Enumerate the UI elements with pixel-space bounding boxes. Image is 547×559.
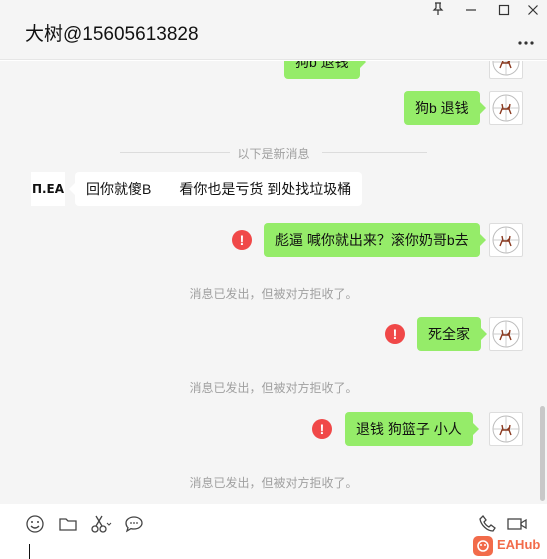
rejected-notice: 消息已发出，但被对方拒收了。 xyxy=(189,381,358,395)
chat-bubble-icon[interactable] xyxy=(124,514,146,536)
chat-header: 大树@15605613828 xyxy=(0,0,547,60)
deer-icon xyxy=(492,94,520,122)
pin-icon[interactable] xyxy=(427,2,449,22)
scissors-icon[interactable] xyxy=(90,514,112,536)
divider-line xyxy=(322,152,427,153)
watermark-text: EAHub xyxy=(497,537,541,552)
text-cursor xyxy=(29,544,30,559)
maximize-icon[interactable] xyxy=(493,2,515,22)
send-failed-icon[interactable]: ! xyxy=(385,324,405,344)
message-bubble-sent[interactable]: 退钱 狗篮子 小人 xyxy=(345,412,479,446)
scrollbar[interactable] xyxy=(540,406,545,501)
rejected-notice: 消息已发出，但被对方拒收了。 xyxy=(189,287,358,301)
deer-icon xyxy=(492,415,520,443)
video-icon[interactable] xyxy=(506,514,528,536)
new-messages-divider: 以下是新消息 xyxy=(237,147,310,161)
message-bubble-sent[interactable]: 狗b 退钱 xyxy=(404,91,486,125)
message-list[interactable]: 狗b 退钱 狗b 退钱 以下是新消息 П.ЕА 回你就傻B 看你也是亏货 到处找… xyxy=(0,61,547,504)
send-failed-icon[interactable]: ! xyxy=(312,419,332,439)
message-bubble-received[interactable]: 回你就傻B 看你也是亏货 到处找垃圾桶 xyxy=(68,172,363,206)
my-avatar[interactable] xyxy=(489,91,523,125)
contact-avatar[interactable]: П.ЕА xyxy=(31,172,65,206)
more-options-icon[interactable] xyxy=(518,30,534,51)
my-avatar[interactable] xyxy=(489,61,523,79)
deer-icon xyxy=(492,226,520,254)
close-icon[interactable] xyxy=(522,2,544,22)
folder-icon[interactable] xyxy=(58,514,80,536)
message-bubble-sent[interactable]: 狗b 退钱 xyxy=(284,61,366,79)
my-avatar[interactable] xyxy=(489,412,523,446)
phone-icon[interactable] xyxy=(478,514,500,536)
deer-icon xyxy=(492,320,520,348)
eahub-logo: EAHub xyxy=(473,535,543,557)
my-avatar[interactable] xyxy=(489,223,523,257)
my-avatar[interactable] xyxy=(489,317,523,351)
chat-title: 大树@15605613828 xyxy=(25,24,199,45)
send-failed-icon[interactable]: ! xyxy=(232,230,252,250)
eahub-logo-mark xyxy=(473,536,493,556)
message-bubble-sent[interactable]: 死全家 xyxy=(417,317,487,351)
message-input-area[interactable]: EAHub xyxy=(0,504,547,559)
emoji-icon[interactable] xyxy=(25,514,47,536)
rejected-notice: 消息已发出，但被对方拒收了。 xyxy=(189,476,358,490)
message-bubble-sent[interactable]: 彪逼 喊你就出来？滚你奶哥b去 xyxy=(264,223,486,257)
deer-icon xyxy=(492,61,520,76)
minimize-icon[interactable] xyxy=(460,2,482,22)
